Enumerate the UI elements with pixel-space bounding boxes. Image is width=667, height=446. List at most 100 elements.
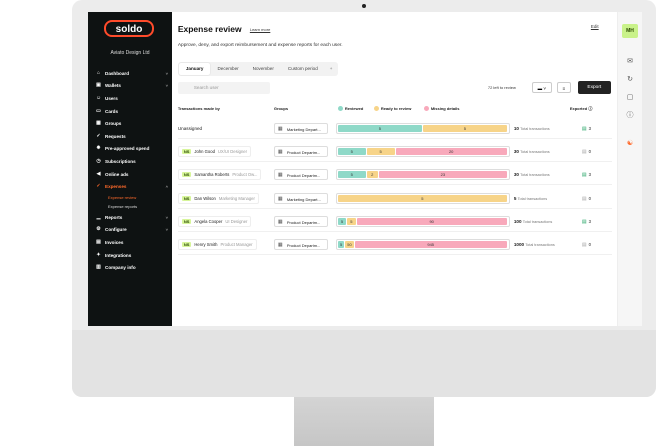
info-icon: ⓘ [588,106,593,111]
bar-segment-ready[interactable]: 5 [347,217,356,225]
tab-november[interactable]: November [246,63,281,75]
sidebar-item-online-ads[interactable]: ◀ Online ads [96,168,168,181]
chevron-down-icon: ˅ [165,83,168,89]
row-divider [177,254,612,255]
bar-segment-missing[interactable]: 90 [356,217,507,225]
sidebar-item-wallets[interactable]: ▣ Wallets ˅ [96,80,168,93]
total-count: 100 [513,218,522,224]
user-pill[interactable]: NS Henry Smith Product Manager [177,239,257,250]
exported-cell[interactable]: ▤ 3 [582,169,591,181]
sidebar-item-cards[interactable]: ▭ Cards [96,105,168,118]
bar-segment-ready[interactable]: 5 [366,148,395,156]
user-name: Dan Wilson [194,195,216,201]
sidebar-item-reports[interactable]: ▁ Reports ˅ [96,211,168,224]
sidebar-item-pre-approved-spend[interactable]: ✸ Pre-approved spend [96,143,168,156]
mail-icon[interactable]: ✉ [626,58,634,66]
group-cell[interactable]: ▦ Product Departm... [273,215,328,227]
sidebar-item-subscriptions[interactable]: ◷ Subscriptions [96,155,168,168]
wallet-icon: ▣ [96,82,101,89]
user-role: Product Ow... [232,172,258,178]
exported-cell[interactable]: ▤ 3 [582,123,591,135]
card-icon: ▭ [96,107,101,114]
user-pill[interactable]: NS Angela Cooper UI Designer [177,215,252,227]
group-cell[interactable]: ▦ Marketing Depart... [273,192,328,204]
filter-dropdown[interactable]: ▬ ˅ [531,82,552,93]
user-cell[interactable]: NS Samantha Roberts Product Ow... [177,169,262,181]
table-row[interactable]: NS John Good UX/UI Designer ▦ Product Depart… [177,141,612,163]
group-cell[interactable]: ▦ Product Departm... [273,169,328,181]
megaphone-icon: ◀ [96,170,101,177]
header-groups: Groups [273,106,289,111]
user-pill[interactable]: NS Samantha Roberts Product Ow... [177,169,262,181]
status-bar[interactable]: 5 5 20 [335,146,510,158]
building-icon: ▦ [277,195,283,202]
status-bar[interactable]: 5 [335,192,510,204]
user-initials: NS [181,195,192,201]
bar-segment-reviewed[interactable]: 5 [337,148,366,156]
user-cell[interactable]: NS Dan Wilson Marketing Manager [177,192,259,204]
bar-segment-ready[interactable]: 5 [422,125,507,132]
soldo-logo[interactable]: soldo [104,20,154,37]
user-cell[interactable]: NS John Good UX/UI Designer [177,146,251,158]
edit-link[interactable]: Edit [591,24,599,29]
table-row[interactable]: NS Dan Wilson Marketing Manager ▦ Marketing … [177,188,612,209]
group-cell[interactable]: ▦ Marketing Depart... [273,123,328,134]
bar-segment-missing[interactable]: 20 [395,148,507,156]
exported-cell[interactable]: ▤ 3 [582,216,591,228]
bar-segment-ready[interactable]: 5 [337,194,507,202]
sidebar-item-dashboard[interactable]: ⌂ Dashboard ˅ [96,67,168,80]
sidebar-item-configure[interactable]: ⚙ Configure ˅ [96,224,168,237]
bar-segment-reviewed[interactable]: 5 [337,171,366,179]
bar-segment-ready[interactable]: 50 [345,241,354,248]
table-row[interactable]: NS Henry Smith Product Manager ▦ Product Dep… [177,234,612,255]
bar-segment-missing[interactable]: 23 [378,171,507,179]
tab-custom-period[interactable]: Custom period [281,63,325,75]
add-tab-button[interactable]: + [325,63,338,75]
sidebar-item-integrations[interactable]: ✦ Integrations [96,249,168,262]
chat-icon[interactable]: ▢ [626,94,634,102]
bar-segment-missing[interactable]: 945 [354,241,507,248]
help-icon[interactable]: ⓘ [626,112,634,120]
status-bar[interactable]: 5 5 90 [335,215,510,227]
user-pill[interactable]: NS John Good UX/UI Designer [177,146,251,158]
avatar[interactable]: MH [622,24,639,38]
sidebar-item-label: Pre-approved spend [105,146,150,152]
sidebar-item-expenses[interactable]: ✓ Expenses ˄ [96,180,168,193]
table-row[interactable]: NS Angela Cooper UI Designer ▦ Product Depar… [177,211,612,232]
status-bar[interactable]: 5 2 23 [335,169,510,181]
group-cell[interactable]: ▦ Product Departm... [273,239,328,250]
exported-cell[interactable]: ▤ 0 [582,239,591,251]
sidebar-subitem-expense-reports[interactable]: Expense reports [96,202,168,211]
bar-segment-reviewed[interactable]: 5 [337,241,345,248]
table-row[interactable]: Unassigned ▦ Marketing Depart... 5 5 10 Total… [177,118,612,139]
user-cell[interactable]: Unassigned [178,123,202,134]
status-bar[interactable]: 5 50 945 [335,239,510,250]
exported-cell[interactable]: ▤ 0 [582,193,591,205]
sidebar-item-groups[interactable]: ▦ Groups [96,117,168,130]
legend-reviewed: Reviewed [337,104,363,114]
sidebar-item-invoices[interactable]: ▤ Invoices [96,236,168,249]
bank-icon[interactable]: ☯ [626,140,634,148]
user-cell[interactable]: NS Angela Cooper UI Designer [177,215,252,227]
exported-cell[interactable]: ▤ 0 [582,146,591,158]
columns-button[interactable]: ≡ [556,82,571,93]
bar-segment-reviewed[interactable]: 5 [337,217,347,225]
table-row[interactable]: NS Samantha Roberts Product Ow... ▦ Product … [177,164,612,186]
learn-more-link[interactable]: Learn more [250,27,270,32]
user-pill[interactable]: NS Dan Wilson Marketing Manager [177,192,259,204]
refresh-icon[interactable]: ↻ [626,76,634,84]
search-input[interactable]: Search user [177,82,270,94]
bar-segment-ready[interactable]: 2 [366,171,378,179]
star-icon: ✸ [96,145,101,152]
sidebar-subitem-expense-review[interactable]: Expense review [96,193,168,202]
status-bar[interactable]: 55 [335,123,510,134]
export-button[interactable]: Export [577,81,611,94]
sidebar-item-company-info[interactable]: ▥ Company info [96,261,168,274]
sidebar-item-users[interactable]: ☺ Users [96,92,168,105]
user-cell[interactable]: NS Henry Smith Product Manager [177,239,257,250]
sidebar-item-requests[interactable]: ✓ Requests [96,130,168,143]
tab-january[interactable]: January [178,63,211,75]
group-cell[interactable]: ▦ Product Departm... [273,146,328,158]
bar-segment-reviewed[interactable]: 5 [337,125,422,132]
tab-december[interactable]: December [210,63,245,75]
